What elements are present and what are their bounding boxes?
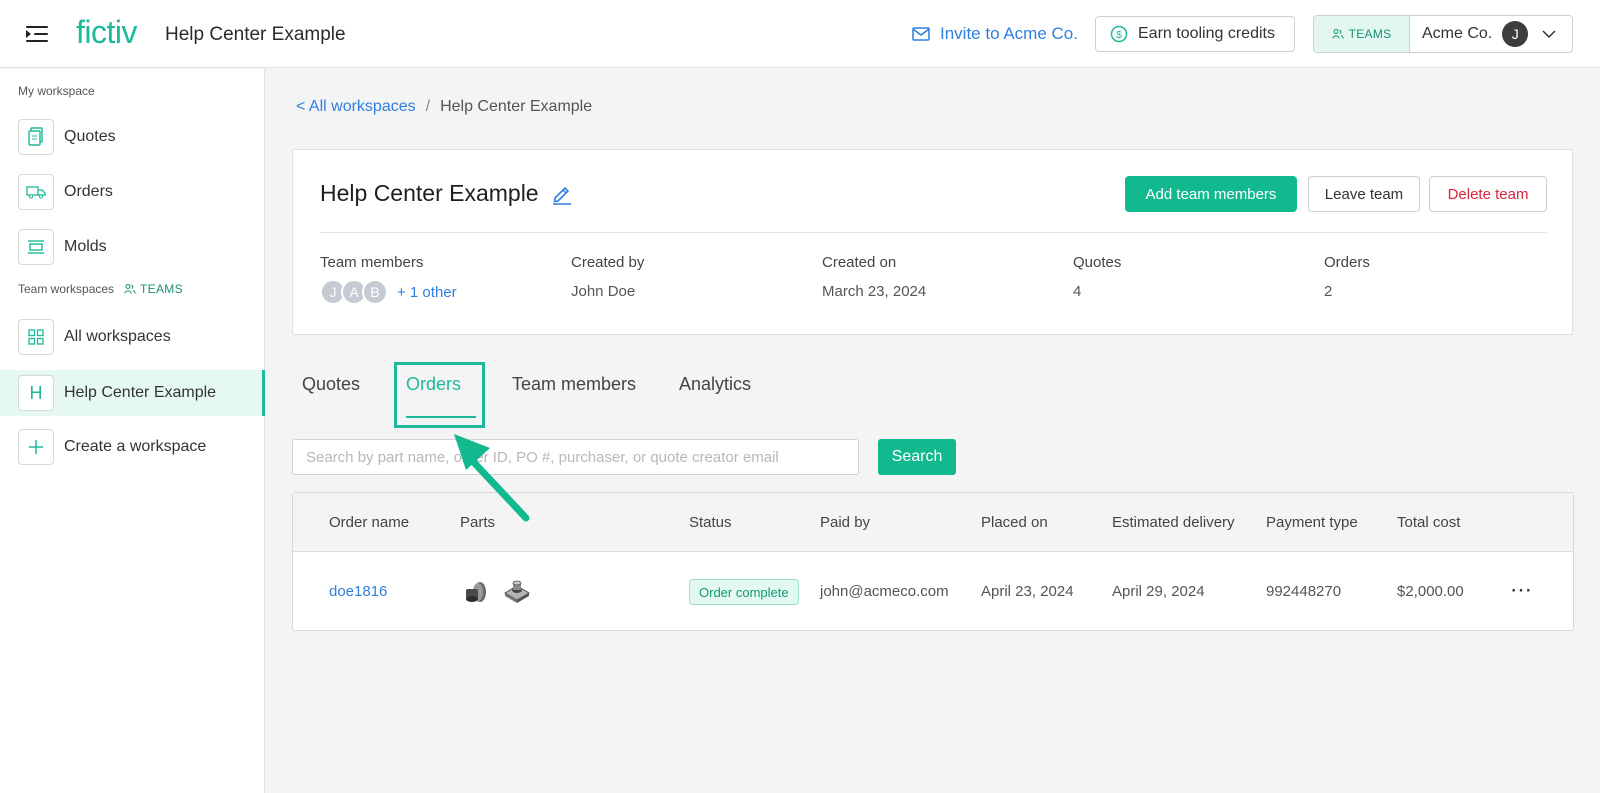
- breadcrumb: < All workspaces / Help Center Example: [296, 98, 592, 116]
- member-avatars: J A B + 1 other: [320, 279, 457, 305]
- tab-analytics[interactable]: Analytics: [679, 374, 751, 395]
- account-switcher[interactable]: TEAMS Acme Co. J: [1313, 15, 1573, 53]
- teams-tag: TEAMS: [124, 282, 183, 296]
- stat-orders: Orders 2: [1324, 254, 1370, 300]
- account-name: Acme Co.: [1422, 25, 1493, 42]
- edit-pencil-icon[interactable]: [551, 183, 573, 205]
- sidebar-item-label: Molds: [64, 238, 107, 255]
- column-header[interactable]: Estimated delivery: [1112, 514, 1235, 531]
- tab-quotes[interactable]: Quotes: [302, 374, 360, 395]
- sidebar-item-help-center-example[interactable]: H Help Center Example: [0, 370, 265, 416]
- stat-quotes: Quotes 4: [1073, 254, 1122, 300]
- search-input[interactable]: [292, 439, 859, 475]
- placed-on-cell: April 23, 2024: [981, 583, 1074, 600]
- mold-icon: [18, 229, 54, 265]
- mail-icon: [912, 27, 930, 41]
- plus-icon: [18, 429, 54, 465]
- stat-created-on: Created on March 23, 2024: [822, 254, 927, 300]
- tutorial-highlight-box: [394, 362, 485, 428]
- quotes-icon: [18, 119, 54, 155]
- top-navigation-bar: fictiv Help Center Example Invite to Acm…: [0, 0, 1600, 68]
- stat-team-members: Team members J A B + 1 other: [320, 254, 457, 305]
- estimated-delivery-cell: April 29, 2024: [1112, 583, 1205, 600]
- invite-link[interactable]: Invite to Acme Co.: [912, 24, 1078, 44]
- sidebar: My workspace Quotes Orders Molds Team wo…: [0, 69, 265, 793]
- my-workspace-heading: My workspace: [18, 84, 95, 98]
- grid-icon: [18, 319, 54, 355]
- sidebar-item-label: Orders: [64, 183, 113, 200]
- teams-icon: [1331, 29, 1344, 39]
- breadcrumb-separator: /: [425, 98, 431, 115]
- stat-created-by: Created by John Doe: [571, 254, 645, 300]
- page-title: Help Center Example: [320, 180, 573, 207]
- delete-team-button[interactable]: Delete team: [1429, 176, 1547, 212]
- column-header[interactable]: Payment type: [1266, 514, 1358, 531]
- sidebar-item-quotes[interactable]: Quotes: [0, 114, 265, 160]
- column-header[interactable]: Order name: [329, 514, 409, 531]
- sidebar-item-molds[interactable]: Molds: [0, 224, 265, 270]
- tab-team-members[interactable]: Team members: [512, 374, 636, 395]
- teams-chip: TEAMS: [1314, 16, 1410, 52]
- sidebar-item-label: All workspaces: [64, 328, 171, 345]
- annotation-arrow-icon: [454, 434, 530, 522]
- avatar: B: [362, 279, 388, 305]
- sidebar-item-orders[interactable]: Orders: [0, 169, 265, 215]
- menu-icon[interactable]: [26, 24, 50, 44]
- more-members-link[interactable]: + 1 other: [397, 284, 457, 301]
- sidebar-item-label: Create a workspace: [64, 438, 207, 455]
- invite-label: Invite to Acme Co.: [940, 24, 1078, 43]
- chevron-down-icon[interactable]: [1542, 29, 1556, 39]
- team-workspaces-heading: Team workspaces TEAMS: [18, 282, 183, 296]
- sidebar-item-label: Quotes: [64, 128, 116, 145]
- breadcrumb-back-link[interactable]: < All workspaces: [296, 98, 416, 116]
- column-header[interactable]: Placed on: [981, 514, 1048, 531]
- more-options-button[interactable]: ⋯: [1510, 577, 1533, 603]
- letter-h-icon: H: [18, 375, 54, 411]
- teams-icon: [124, 284, 136, 294]
- divider: [320, 232, 1547, 233]
- dollar-coin-icon: $: [1110, 25, 1128, 43]
- sidebar-item-label: Help Center Example: [64, 384, 217, 401]
- add-team-members-button[interactable]: Add team members: [1125, 176, 1297, 212]
- svg-text:$: $: [1116, 30, 1122, 41]
- column-header[interactable]: Status: [689, 514, 732, 531]
- status-badge: Order complete: [689, 579, 799, 605]
- column-header[interactable]: Paid by: [820, 514, 870, 531]
- breadcrumb-current: Help Center Example: [440, 98, 593, 115]
- column-header[interactable]: Total cost: [1397, 514, 1460, 531]
- search-button[interactable]: Search: [878, 439, 956, 475]
- fictiv-logo[interactable]: fictiv: [76, 14, 138, 51]
- order-name-link[interactable]: doe1816: [329, 583, 387, 600]
- sidebar-item-all-workspaces[interactable]: All workspaces: [0, 314, 265, 360]
- sidebar-item-create-workspace[interactable]: Create a workspace: [0, 424, 265, 470]
- earn-tooling-credits-button[interactable]: $ Earn tooling credits: [1095, 16, 1295, 52]
- avatar: J: [1502, 21, 1529, 47]
- truck-icon: [18, 174, 54, 210]
- total-cost-cell: $2,000.00: [1397, 583, 1464, 600]
- part-thumbnail-icon[interactable]: [462, 577, 490, 607]
- leave-team-button[interactable]: Leave team: [1308, 176, 1420, 212]
- part-thumbnail-icon[interactable]: [502, 577, 532, 607]
- paid-by-cell: john@acmeco.com: [820, 583, 949, 600]
- earn-label: Earn tooling credits: [1138, 25, 1275, 42]
- payment-type-cell: 992448270: [1266, 583, 1342, 600]
- app-title: Help Center Example: [165, 24, 346, 45]
- team-summary-card: Help Center Example Add team members Lea…: [292, 149, 1573, 335]
